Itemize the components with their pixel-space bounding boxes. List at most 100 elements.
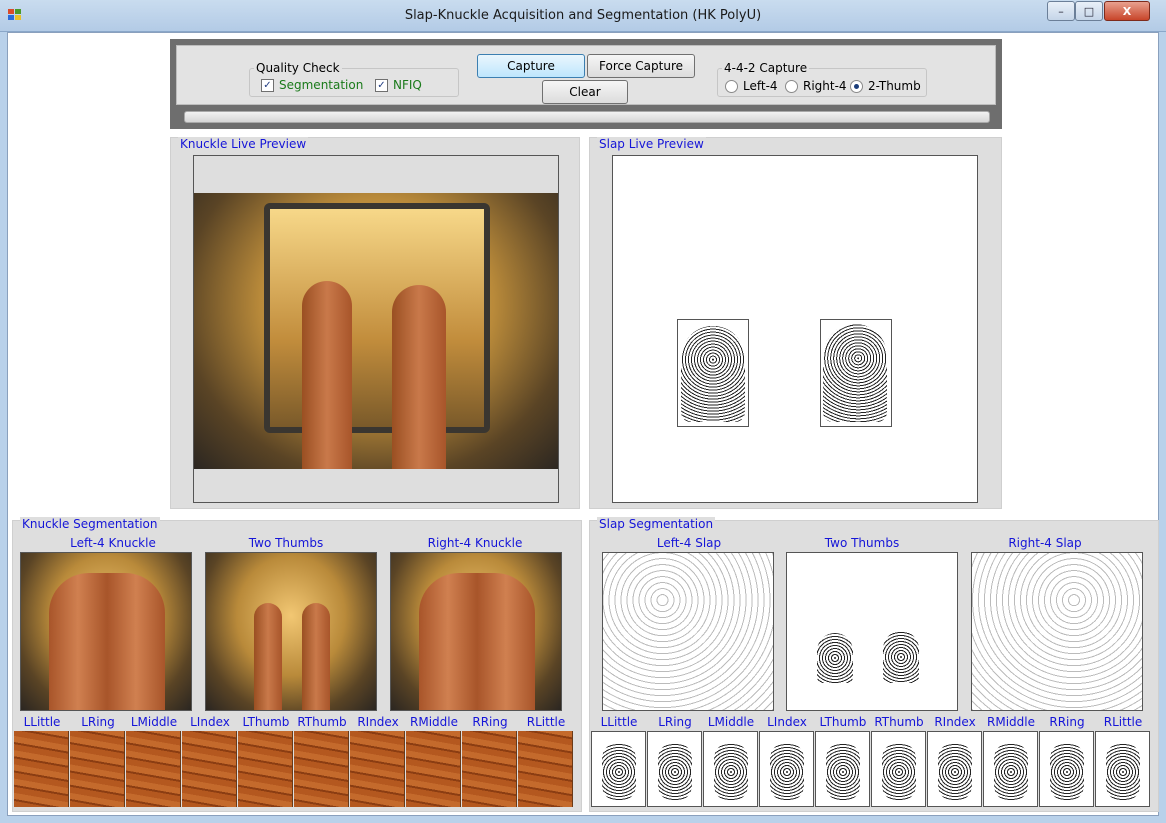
maximize-button[interactable]: □	[1075, 1, 1103, 21]
finger-label-rindex: RIndex	[357, 715, 399, 729]
knuckle-live-image	[194, 193, 558, 469]
fingerprint-image	[1106, 742, 1140, 802]
finger-label-rindex: RIndex	[934, 715, 976, 729]
finger-tile-lindex	[182, 731, 237, 807]
left-thumb-print	[681, 326, 745, 422]
knuckle-group-right4: Right-4 Knuckle	[427, 536, 523, 550]
fingerprint-image	[994, 742, 1028, 802]
segmentation-checkbox[interactable]: ✓ Segmentation	[261, 78, 363, 92]
quality-check-legend: Quality Check	[256, 61, 340, 75]
finger-tile-llittle	[591, 731, 646, 807]
radio-left-4-label: Left-4	[743, 79, 778, 93]
force-capture-button[interactable]: Force Capture	[587, 54, 695, 78]
finger-label-rmiddle: RMiddle	[410, 715, 458, 729]
finger-tile-lthumb	[815, 731, 870, 807]
fingerprint-image	[826, 742, 860, 802]
finger-tile-rring	[462, 731, 517, 807]
finger-label-rlittle: RLittle	[526, 715, 566, 729]
finger-label-llittle: LLittle	[23, 715, 61, 729]
fingerprint-image	[602, 742, 636, 802]
radio-left-4[interactable]: Left-4	[725, 79, 778, 93]
finger-tile-lring	[647, 731, 702, 807]
progress-bar	[184, 111, 990, 123]
finger-label-lthumb: LThumb	[242, 715, 290, 729]
knuckle-live-label: Knuckle Live Preview	[178, 137, 309, 151]
slap-group-left4: Left-4 Slap	[656, 536, 722, 550]
slap-right4-image	[971, 552, 1143, 711]
radio-2-thumb-label: 2-Thumb	[868, 79, 921, 93]
finger-label-llittle: LLittle	[600, 715, 638, 729]
knuckle-live-panel	[170, 137, 580, 509]
fingerprint-image	[714, 742, 748, 802]
slap-group-thumbs: Two Thumbs	[824, 536, 900, 550]
slap-seg-label: Slap Segmentation	[597, 517, 716, 531]
finger-label-rthumb: RThumb	[297, 715, 347, 729]
finger-label-lring: LRing	[81, 715, 115, 729]
finger-label-rthumb: RThumb	[874, 715, 924, 729]
finger-label-lmiddle: LMiddle	[130, 715, 178, 729]
fingerprint-image	[770, 742, 804, 802]
finger-label-lindex: LIndex	[767, 715, 807, 729]
finger-label-lmiddle: LMiddle	[707, 715, 755, 729]
finger-label-rring: RRing	[472, 715, 508, 729]
finger-tile-rmiddle	[406, 731, 461, 807]
finger-label-rmiddle: RMiddle	[987, 715, 1035, 729]
check-icon: ✓	[261, 78, 274, 92]
knuckle-seg-label: Knuckle Segmentation	[20, 517, 160, 531]
knuckle-thumbs-image	[205, 552, 377, 711]
knuckle-group-left4: Left-4 Knuckle	[70, 536, 156, 550]
finger-label-lindex: LIndex	[190, 715, 230, 729]
finger-tile-lmiddle	[126, 731, 181, 807]
fingerprint-image	[938, 742, 972, 802]
radio-2-thumb[interactable]: 2-Thumb	[850, 79, 921, 93]
finger-tile-rthumb	[871, 731, 926, 807]
slap-thumbs-image	[786, 552, 958, 711]
finger-tile-rring	[1039, 731, 1094, 807]
radio-right-4[interactable]: Right-4	[785, 79, 847, 93]
nfiq-checkbox[interactable]: ✓ NFIQ	[375, 78, 422, 92]
window-title: Slap-Knuckle Acquisition and Segmentatio…	[404, 8, 762, 23]
close-button[interactable]: X	[1104, 1, 1150, 21]
finger-label-rring: RRing	[1049, 715, 1085, 729]
fingerprint-image	[882, 742, 916, 802]
slap-live-panel	[589, 137, 1002, 509]
main-window: Quality Check ✓ Segmentation ✓ NFIQ Capt…	[7, 32, 1159, 816]
check-icon: ✓	[375, 78, 388, 92]
capture-button[interactable]: Capture	[477, 54, 585, 78]
finger-tile-lindex	[759, 731, 814, 807]
finger-tile-rindex	[350, 731, 405, 807]
slap-live-label: Slap Live Preview	[597, 137, 706, 151]
control-panel: Quality Check ✓ Segmentation ✓ NFIQ Capt…	[176, 45, 996, 105]
knuckle-right4-image	[390, 552, 562, 711]
right-thumb-print	[823, 324, 887, 422]
finger-tile-rmiddle	[983, 731, 1038, 807]
finger-label-lthumb: LThumb	[819, 715, 867, 729]
finger-tile-lmiddle	[703, 731, 758, 807]
minimize-button[interactable]: –	[1047, 1, 1075, 21]
finger-label-rlittle: RLittle	[1103, 715, 1143, 729]
fingerprint-image	[1050, 742, 1084, 802]
finger-tile-rlittle	[518, 731, 573, 807]
clear-button[interactable]: Clear	[542, 80, 628, 104]
radio-selected-icon	[850, 79, 863, 93]
segmentation-label: Segmentation	[279, 78, 364, 92]
nfiq-label: NFIQ	[393, 78, 422, 92]
radio-icon	[725, 79, 738, 93]
radio-right-4-label: Right-4	[803, 79, 847, 93]
finger-tile-llittle	[14, 731, 69, 807]
finger-tile-rlittle	[1095, 731, 1150, 807]
control-toolbar: Quality Check ✓ Segmentation ✓ NFIQ Capt…	[170, 39, 1002, 129]
knuckle-left4-image	[20, 552, 192, 711]
radio-icon	[785, 79, 798, 93]
title-bar: Slap-Knuckle Acquisition and Segmentatio…	[0, 0, 1166, 32]
finger-tile-lthumb	[238, 731, 293, 807]
knuckle-group-thumbs: Two Thumbs	[248, 536, 324, 550]
finger-tile-rindex	[927, 731, 982, 807]
fingerprint-image	[658, 742, 692, 802]
finger-tile-rthumb	[294, 731, 349, 807]
finger-tile-lring	[70, 731, 125, 807]
knuckle-live-view	[193, 155, 559, 503]
slap-left4-image	[602, 552, 774, 711]
slap-group-right4: Right-4 Slap	[1008, 536, 1082, 550]
finger-label-lring: LRing	[658, 715, 692, 729]
